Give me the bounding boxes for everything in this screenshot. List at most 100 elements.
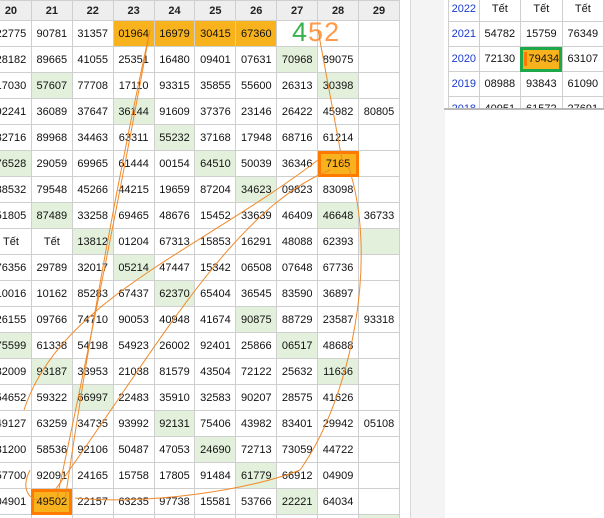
result-cell: 34735: [71, 410, 114, 437]
result-cell: 17805: [153, 462, 196, 489]
result-cell: 37376: [194, 98, 237, 125]
result-cell: 09823: [276, 176, 319, 203]
result-cell: 61444: [112, 150, 155, 177]
result-cell: [358, 46, 400, 73]
year-value-cell: Tết: [478, 0, 521, 22]
result-cell: 45266: [71, 176, 114, 203]
year-value-cell: 61090: [561, 71, 604, 97]
result-cell: 82716: [0, 124, 32, 151]
result-cell: 33953: [71, 358, 114, 385]
result-cell: 26002: [153, 332, 196, 359]
result-cell: 22221: [276, 488, 319, 515]
result-cell: 11636: [317, 358, 360, 385]
result-cell: 13812: [71, 228, 114, 255]
result-cell: 29059: [30, 150, 73, 177]
table-row: 8853279548452664421519659872043462309823…: [0, 176, 400, 203]
column-header: 25: [194, 0, 237, 21]
result-cell: 62370: [153, 280, 196, 307]
result-cell: 28182: [0, 46, 32, 73]
result-cell: 22483: [112, 384, 155, 411]
result-cell: 15342: [194, 254, 237, 281]
result-cell: 36144: [112, 98, 155, 125]
result-cell: 55600: [235, 72, 278, 99]
result-cell: 35855: [194, 72, 237, 99]
result-cell: 24165: [71, 462, 114, 489]
result-cell: [358, 436, 400, 463]
result-cell: 89665: [30, 46, 73, 73]
result-cell: 48676: [153, 202, 196, 229]
table-row: 5180587489332586946548676154523363946409…: [0, 202, 400, 229]
table-row: Tết Tết 13812 01204 67313 15853 16291 48088 6239…: [0, 228, 400, 255]
result-cell: 17030: [0, 72, 32, 99]
result-cell: 93315: [153, 72, 196, 99]
result-cell: 30398: [317, 72, 360, 99]
result-cell: 64034: [317, 488, 360, 515]
result-cell: 33258: [71, 202, 114, 229]
result-cell: 87489: [30, 202, 73, 229]
highlighted-year-value-cell: 79434: [519, 46, 563, 72]
result-cell: 06517: [276, 332, 319, 359]
result-cell: 23587: [317, 306, 360, 333]
result-cell: 01204: [112, 228, 155, 255]
result-cell: 24690: [194, 436, 237, 463]
table-row: 2615509766747109005340948416749087588729…: [0, 306, 400, 333]
year-label: 2018: [448, 96, 480, 108]
result-cell: 41626: [317, 384, 360, 411]
result-cell: 22775: [0, 20, 32, 47]
year-comparison-table: 2022 Tết Tết Tết 2021 54782 15759 76349 2020 7213…: [448, 0, 604, 108]
result-cell: 88532: [0, 176, 32, 203]
result-cell: 29789: [30, 254, 73, 281]
result-cell: 83590: [276, 280, 319, 307]
result-cell: 60173: [235, 514, 278, 518]
result-cell: 66997: [71, 384, 114, 411]
result-cell: 90207: [235, 384, 278, 411]
result-cell: 44722: [317, 436, 360, 463]
result-cell: 42231: [71, 514, 114, 518]
table-row: 7559961338541985492326002924012586606517…: [0, 332, 400, 359]
year-comparison-panel: 2022 Tết Tết Tết 2021 54782 15759 76349 2020 7213…: [444, 0, 604, 110]
result-cell: 62393: [317, 228, 360, 255]
year-label: 2020: [448, 46, 480, 72]
result-cell: 57700: [0, 462, 32, 489]
result-cell: 85283: [71, 280, 114, 307]
result-cell: 92131: [153, 410, 196, 437]
result-cell: 16291: [235, 228, 278, 255]
result-cell: 16480: [153, 46, 196, 73]
year-value-cell: 40951: [478, 96, 521, 108]
result-cell: 10016: [0, 280, 32, 307]
result-cell: 43504: [194, 358, 237, 385]
year-label: 2019: [448, 71, 480, 97]
result-cell: 25866: [235, 332, 278, 359]
result-cell: 00815: [0, 514, 32, 518]
result-cell: 36733: [358, 202, 400, 229]
result-cell: 33639: [235, 202, 278, 229]
year-label: 2021: [448, 21, 480, 47]
result-cell: 88729: [276, 306, 319, 333]
result-cell: 59322: [30, 384, 73, 411]
result-cell: 53766: [235, 488, 278, 515]
result-cell: 19826: [194, 514, 237, 518]
result-cell: 72122: [235, 358, 278, 385]
result-cell: 36089: [30, 98, 73, 125]
result-cell: 93187: [30, 358, 73, 385]
result-cell: 17110: [112, 72, 155, 99]
result-cell: 69965: [71, 150, 114, 177]
result-cell: 92401: [194, 332, 237, 359]
result-cell: 61779: [235, 462, 278, 489]
year-value-cell: 27691: [561, 96, 604, 108]
result-cell: [358, 358, 400, 385]
result-cell: 48088: [276, 228, 319, 255]
result-cell: 67736: [317, 254, 360, 281]
result-cell: 41055: [71, 46, 114, 73]
column-header: 23: [112, 0, 155, 21]
year-value-cell: 76349: [561, 21, 604, 47]
result-cell: 77708: [71, 72, 114, 99]
result-cell: 35910: [153, 384, 196, 411]
result-cell: [358, 280, 400, 307]
year-value-cell: 72130: [478, 46, 521, 72]
result-cell: 15758: [112, 462, 155, 489]
result-cell: 36897: [317, 280, 360, 307]
result-cell: 75599: [0, 332, 32, 359]
table-row: 0081518067422315091614506198266017330962…: [0, 514, 400, 518]
result-cell: 93992: [112, 410, 155, 437]
